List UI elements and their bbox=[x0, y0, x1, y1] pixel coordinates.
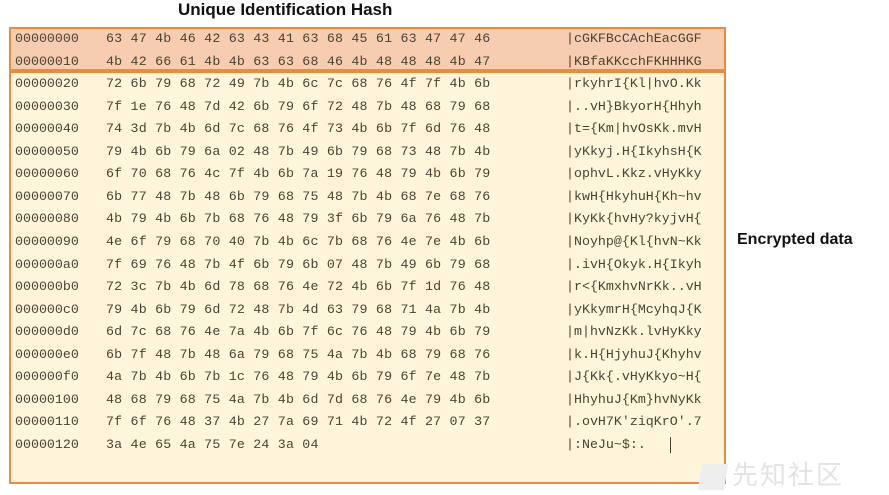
row-offset: 00000110 bbox=[15, 414, 79, 430]
row-offset: 000000f0 bbox=[15, 369, 79, 385]
encrypted-data-label: Encrypted data bbox=[737, 231, 853, 248]
row-hex-bytes: 3a 4e 65 4a 75 7e 24 3a 04 bbox=[106, 436, 319, 452]
row-offset: 00000070 bbox=[15, 188, 79, 204]
row-offset: 00000020 bbox=[15, 76, 79, 92]
row-hex-bytes: 6b 7f 48 7b 48 6a 79 68 75 4a 7b 4b 68 7… bbox=[106, 346, 491, 362]
row-ascii: |rkyhrI{Kl|hvO.Kk bbox=[566, 76, 702, 92]
watermark: 先知社区 bbox=[697, 455, 845, 492]
row-ascii: |..vH}BkyorH{Hhyh bbox=[566, 98, 702, 114]
hex-row: 000000a0 7f 69 76 48 7b 4f 6b 79 6b 07 48… bbox=[9, 254, 726, 276]
row-hex-bytes: 4a 7b 4b 6b 7b 1c 76 48 79 4b 6b 79 6f 7… bbox=[106, 369, 491, 385]
row-offset: 00000010 bbox=[15, 53, 79, 69]
row-hex-bytes: 79 4b 6b 79 6d 72 48 7b 4d 63 79 68 71 4… bbox=[106, 301, 491, 317]
row-hex-bytes: 7f 69 76 48 7b 4f 6b 79 6b 07 48 7b 49 6… bbox=[106, 256, 491, 272]
hex-row: 000000c0 79 4b 6b 79 6d 72 48 7b 4d 63 79… bbox=[9, 299, 726, 321]
row-ascii: |r<{KmxhvNrKk..vH bbox=[566, 279, 702, 295]
row-ascii: |k.H{HjyhuJ{Khyhv bbox=[566, 346, 702, 362]
row-ascii: |t={Km|hvOsKk.mvH bbox=[566, 121, 702, 137]
row-ascii: |ophvL.Kkz.vHyKky bbox=[566, 166, 702, 182]
row-ascii: |yKkyj.H{IkyhsH{K bbox=[566, 143, 702, 159]
row-offset: 000000a0 bbox=[15, 256, 79, 272]
hex-row: 00000010 4b 42 66 61 4b 4b 63 63 68 46 4b… bbox=[9, 51, 726, 73]
row-offset: 00000040 bbox=[15, 121, 79, 137]
hex-row: 00000020 72 6b 79 68 72 49 7b 4b 6c 7c 68… bbox=[9, 73, 726, 95]
row-offset: 000000d0 bbox=[15, 324, 79, 340]
row-hex-bytes: 6d 7c 68 76 4e 7a 4b 6b 7f 6c 76 48 79 4… bbox=[106, 324, 491, 340]
hex-row: 00000040 74 3d 7b 4b 6d 7c 68 76 4f 73 4b… bbox=[9, 118, 726, 140]
row-offset: 000000c0 bbox=[15, 301, 79, 317]
row-offset: 000000e0 bbox=[15, 346, 79, 362]
row-hex-bytes: 4b 42 66 61 4b 4b 63 63 68 46 4b 48 48 4… bbox=[106, 53, 491, 69]
row-ascii: |kwH{HkyhuH{Kh~hv bbox=[566, 188, 702, 204]
watermark-text: 先知社区 bbox=[732, 461, 845, 491]
row-offset: 00000080 bbox=[15, 211, 79, 227]
row-ascii: |.ovH7K'ziqKrO'.7 bbox=[566, 414, 702, 430]
row-offset: 00000120 bbox=[15, 436, 79, 452]
row-ascii: |m|hvNzKk.lvHyKky bbox=[566, 324, 702, 340]
row-hex-bytes: 7f 6f 76 48 37 4b 27 7a 69 71 4b 72 4f 2… bbox=[106, 414, 491, 430]
row-hex-bytes: 74 3d 7b 4b 6d 7c 68 76 4f 73 4b 6b 7f 6… bbox=[106, 121, 491, 137]
row-ascii: |HhyhuJ{Km}hvNyKk bbox=[566, 391, 702, 407]
row-ascii: |:NeJu~$:. bbox=[566, 436, 646, 452]
row-hex-bytes: 7f 1e 76 48 7d 42 6b 79 6f 72 48 7b 48 6… bbox=[106, 98, 491, 114]
row-offset: 00000030 bbox=[15, 98, 79, 114]
watermark-logo-icon bbox=[697, 463, 729, 490]
hex-row: 00000050 79 4b 6b 79 6a 02 48 7b 49 6b 79… bbox=[9, 141, 726, 163]
hex-row: 000000e0 6b 7f 48 7b 48 6a 79 68 75 4a 7b… bbox=[9, 344, 726, 366]
row-hex-bytes: 6b 77 48 7b 48 6b 79 68 75 48 7b 4b 68 7… bbox=[106, 188, 491, 204]
row-ascii: |KyKk{hvHy?kyjvH{ bbox=[566, 211, 702, 227]
row-ascii: |KBfaKKcchFKHHHKG bbox=[566, 53, 702, 69]
row-ascii: |J{Kk{.vHyKkyo~H{ bbox=[566, 369, 702, 385]
row-offset: 00000090 bbox=[15, 233, 79, 249]
row-offset: 00000100 bbox=[15, 391, 79, 407]
row-hex-bytes: 4e 6f 79 68 70 40 7b 4b 6c 7b 68 76 4e 7… bbox=[106, 233, 491, 249]
hex-row: 00000030 7f 1e 76 48 7d 42 6b 79 6f 72 48… bbox=[9, 96, 726, 118]
row-offset: 00000000 bbox=[15, 31, 79, 46]
row-ascii: |.ivH{Okyk.H{Ikyh bbox=[566, 256, 702, 272]
row-hex-bytes: 79 4b 6b 79 6a 02 48 7b 49 6b 79 68 73 4… bbox=[106, 143, 491, 159]
row-hex-bytes: 4b 79 4b 6b 7b 68 76 48 79 3f 6b 79 6a 7… bbox=[106, 211, 491, 227]
hex-row: 00000000 63 47 4b 46 42 63 43 41 63 68 45… bbox=[9, 28, 726, 50]
hex-row: 00000120 3a 4e 65 4a 75 7e 24 3a 04 |:NeJu… bbox=[9, 434, 726, 456]
text-cursor bbox=[670, 436, 671, 453]
hash-label: Unique Identification Hash bbox=[178, 0, 393, 19]
row-ascii: |yKkymrH{McyhqJ{K bbox=[566, 301, 702, 317]
hex-row: 00000060 6f 70 68 76 4c 7f 4b 6b 7a 19 76… bbox=[9, 163, 726, 185]
row-ascii: |Noyhp@{Kl{hvN~Kk bbox=[566, 233, 702, 249]
hex-row: 000000f0 4a 7b 4b 6b 7b 1c 76 48 79 4b 6b… bbox=[9, 366, 726, 388]
row-hex-bytes: 72 3c 7b 4b 6d 78 68 76 4e 72 4b 6b 7f 1… bbox=[106, 279, 491, 295]
hex-row: 00000080 4b 79 4b 6b 7b 68 76 48 79 3f 6b… bbox=[9, 208, 726, 230]
hex-row: 00000110 7f 6f 76 48 37 4b 27 7a 69 71 4b… bbox=[9, 411, 726, 433]
row-hex-bytes: 6f 70 68 76 4c 7f 4b 6b 7a 19 76 48 79 4… bbox=[106, 166, 491, 182]
hex-row: 000000d0 6d 7c 68 76 4e 7a 4b 6b 7f 6c 76… bbox=[9, 321, 726, 343]
hex-row: 000000b0 72 3c 7b 4b 6d 78 68 76 4e 72 4b… bbox=[9, 276, 726, 298]
row-hex-bytes: 72 6b 79 68 72 49 7b 4b 6c 7c 68 76 4f 7… bbox=[106, 76, 491, 92]
row-offset: 000000b0 bbox=[15, 279, 79, 295]
hex-row: 00000100 48 68 79 68 75 4a 7b 4b 6d 7d 68… bbox=[9, 389, 726, 411]
row-offset: 00000060 bbox=[15, 166, 79, 182]
row-hex-bytes: 63 47 4b 46 42 63 43 41 63 68 45 61 63 4… bbox=[106, 31, 491, 46]
row-ascii: |cGKFBcCAchEacGGF bbox=[566, 31, 702, 46]
hex-row: 00000070 6b 77 48 7b 48 6b 79 68 75 48 7b… bbox=[9, 186, 726, 208]
hex-row: 00000090 4e 6f 79 68 70 40 7b 4b 6c 7b 68… bbox=[9, 231, 726, 253]
row-hex-bytes: 48 68 79 68 75 4a 7b 4b 6d 7d 68 76 4e 7… bbox=[106, 391, 491, 407]
row-offset: 00000050 bbox=[15, 143, 79, 159]
